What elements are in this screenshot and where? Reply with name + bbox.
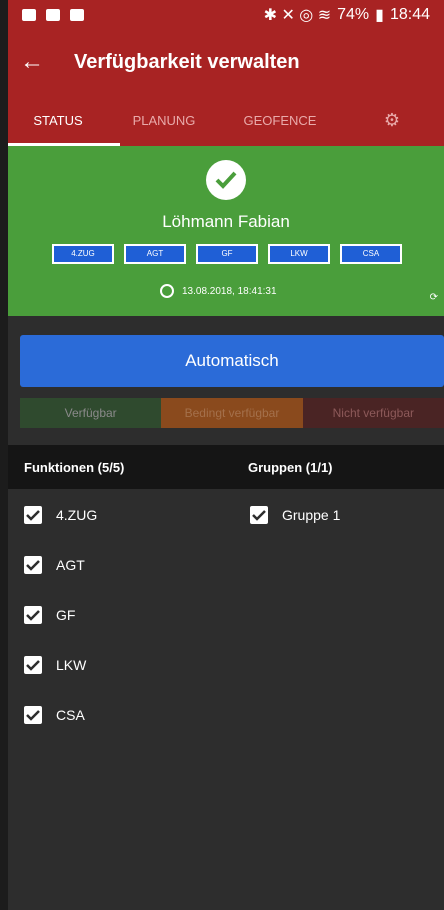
- gallery-icon: [22, 9, 36, 21]
- refresh-icon[interactable]: ⟳: [430, 292, 438, 303]
- tab-planung[interactable]: PLANUNG: [108, 113, 220, 128]
- timestamp-row: 13.08.2018, 18:41:31: [160, 284, 277, 298]
- function-label: 4.ZUG: [56, 507, 98, 523]
- battery-percent: 74%: [337, 6, 370, 23]
- badge-lkw: LKW: [268, 244, 330, 264]
- function-label: CSA: [56, 707, 85, 723]
- section-header: Funktionen (5/5) Gruppen (1/1): [8, 445, 444, 489]
- groups-header: Gruppen (1/1): [248, 460, 333, 475]
- facebook-icon: [46, 9, 60, 21]
- badge-csa: CSA: [340, 244, 402, 264]
- tab-geofence[interactable]: GEOFENCE: [220, 113, 340, 128]
- tab-settings[interactable]: ⚙: [340, 110, 444, 131]
- available-option[interactable]: Verfügbar: [20, 398, 162, 428]
- badge-gf: GF: [196, 244, 258, 264]
- badge-4zug: 4.ZUG: [52, 244, 114, 264]
- functions-header: Funktionen (5/5): [24, 460, 125, 475]
- tab-bar: STATUS PLANUNG GEOFENCE ⚙: [8, 94, 444, 146]
- notification-icon: [70, 9, 84, 21]
- badge-agt: AGT: [124, 244, 186, 264]
- function-item[interactable]: 4.ZUG: [24, 506, 97, 524]
- back-arrow-icon[interactable]: ←: [8, 48, 56, 76]
- availability-selector: Verfügbar Bedingt verfügbar Nicht verfüg…: [20, 398, 444, 428]
- clock: 18:44: [389, 6, 430, 23]
- group-item[interactable]: Gruppe 1: [250, 506, 340, 524]
- checkbox-checked-icon[interactable]: [24, 606, 42, 624]
- function-item[interactable]: LKW: [24, 656, 86, 674]
- function-label: LKW: [56, 657, 87, 673]
- function-item[interactable]: GF: [24, 606, 75, 624]
- status-bar: ✱ ✕ ◎ ≋ 74% ▮ 18:44: [8, 0, 444, 30]
- function-item[interactable]: CSA: [24, 706, 85, 724]
- signal-icons: ✱ ✕ ◎ ≋: [263, 7, 332, 24]
- status-card: Löhmann Fabian 4.ZUG AGT GF LKW CSA 13.0…: [8, 146, 444, 316]
- gear-icon: ⚙: [383, 109, 401, 130]
- check-circle-icon: [206, 160, 246, 200]
- status-icons-left: [22, 9, 84, 21]
- unavailable-option[interactable]: Nicht verfügbar: [302, 398, 444, 428]
- checkbox-checked-icon[interactable]: [250, 506, 268, 524]
- tab-status[interactable]: STATUS: [8, 113, 108, 128]
- checkmark-icon: [215, 171, 237, 189]
- checkbox-checked-icon[interactable]: [24, 706, 42, 724]
- person-name: Löhmann Fabian: [162, 212, 290, 231]
- automatic-button[interactable]: Automatisch: [20, 335, 444, 387]
- function-badges: 4.ZUG AGT GF LKW CSA: [52, 244, 402, 264]
- gps-icon: [160, 284, 174, 298]
- group-label: Gruppe 1: [282, 507, 341, 523]
- timestamp: 13.08.2018, 18:41:31: [182, 285, 277, 297]
- app-bar: ← Verfügbarkeit verwalten: [8, 30, 444, 94]
- function-label: GF: [56, 607, 76, 623]
- checkbox-checked-icon[interactable]: [24, 656, 42, 674]
- conditional-option[interactable]: Bedingt verfügbar: [161, 398, 303, 428]
- page-title: Verfügbarkeit verwalten: [74, 50, 300, 73]
- app-screen: ✱ ✕ ◎ ≋ 74% ▮ 18:44 ← Verfügbarkeit verw…: [8, 0, 444, 910]
- checkbox-checked-icon[interactable]: [24, 556, 42, 574]
- battery-icon: ▮: [375, 7, 384, 24]
- function-item[interactable]: AGT: [24, 556, 85, 574]
- function-label: AGT: [56, 557, 85, 573]
- status-right: ✱ ✕ ◎ ≋ 74% ▮ 18:44: [264, 5, 430, 25]
- checkbox-checked-icon[interactable]: [24, 506, 42, 524]
